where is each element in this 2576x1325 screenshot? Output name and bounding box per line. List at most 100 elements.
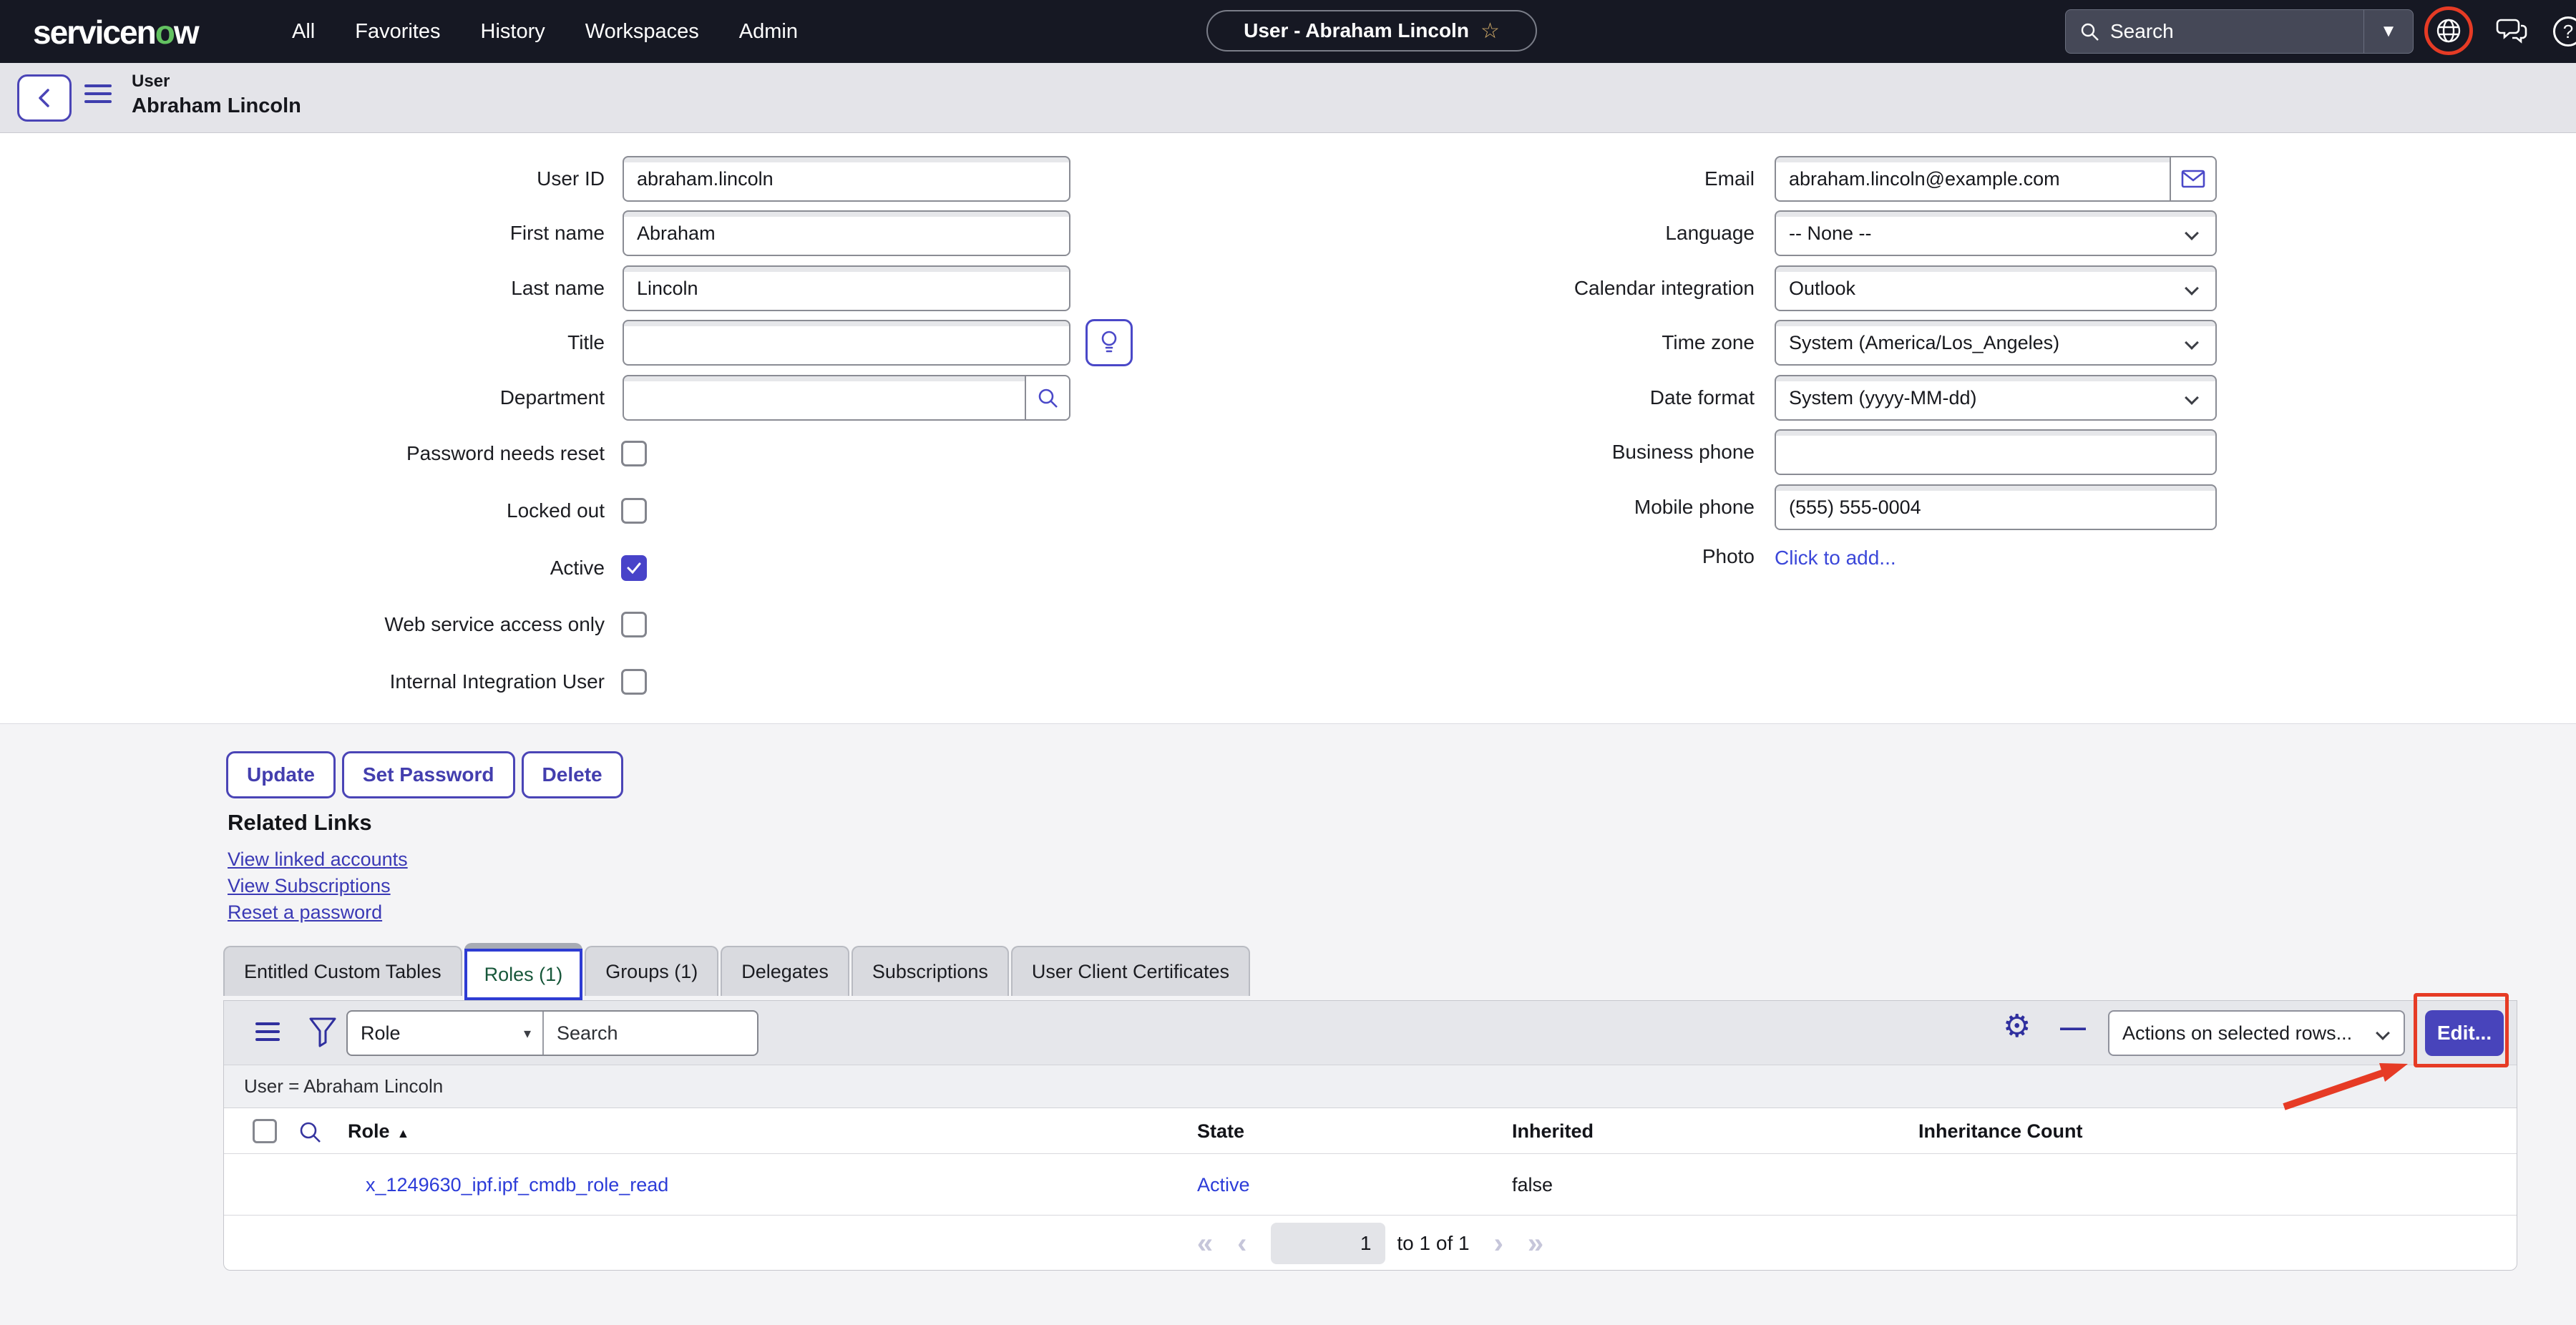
view-linked-accounts-link[interactable]: View linked accounts xyxy=(228,849,408,871)
nav-item-favorites[interactable]: Favorites xyxy=(355,20,440,44)
set-password-button-footer[interactable]: Set Password xyxy=(342,751,515,798)
nav-item-history[interactable]: History xyxy=(481,20,545,44)
record-type-label: User xyxy=(132,72,170,92)
top-nav: servicenow All Favorites History Workspa… xyxy=(0,0,2576,63)
nav-item-all[interactable]: All xyxy=(292,20,315,44)
tab-delegates[interactable]: Delegates xyxy=(721,946,849,996)
roles-list: Role▾ ⚙ — Actions on selected rows... Ed… xyxy=(223,1000,2517,1271)
next-page-icon[interactable]: › xyxy=(1494,1229,1503,1258)
chevron-down-icon xyxy=(2185,226,2199,240)
column-header-inheritance-count[interactable]: Inheritance Count xyxy=(1918,1108,2083,1154)
list-context-menu-icon[interactable] xyxy=(255,1022,280,1046)
nav-menu: All Favorites History Workspaces Admin xyxy=(292,0,798,63)
reset-a-password-link[interactable]: Reset a password xyxy=(228,901,382,924)
favorite-star-icon[interactable]: ☆ xyxy=(1480,19,1500,44)
search-icon xyxy=(1036,386,1059,409)
column-search-icon[interactable] xyxy=(298,1120,322,1144)
envelope-icon xyxy=(2181,170,2205,188)
gear-icon[interactable]: ⚙ xyxy=(2003,1011,2031,1042)
chat-icon[interactable] xyxy=(2495,16,2528,47)
form-context-menu-icon[interactable] xyxy=(84,84,112,108)
servicenow-logo[interactable]: servicenow xyxy=(33,13,198,52)
tab-groups[interactable]: Groups (1) xyxy=(585,946,718,996)
back-button[interactable] xyxy=(17,74,72,122)
password-needs-reset-checkbox[interactable] xyxy=(621,441,647,466)
record-context-pill[interactable]: User - Abraham Lincoln ☆ xyxy=(1206,10,1537,52)
previous-page-icon[interactable]: ‹ xyxy=(1237,1229,1246,1258)
email-field[interactable]: abraham.lincoln@example.com xyxy=(1775,156,2217,202)
list-breadcrumb[interactable]: User = Abraham Lincoln xyxy=(224,1065,2517,1108)
web-service-access-only-checkbox[interactable] xyxy=(621,612,647,637)
mobile-phone-field[interactable] xyxy=(1775,484,2217,530)
list-pagination: « ‹ 1 to 1 of 1 › » xyxy=(224,1216,2517,1271)
table-row: x_1249630_ipf.ipf_cmdb_role_read Active … xyxy=(224,1154,2517,1216)
send-email-button[interactable] xyxy=(2170,157,2215,200)
active-checkbox[interactable] xyxy=(621,555,647,581)
search-scope-dropdown[interactable]: ▼ xyxy=(2364,21,2413,41)
locked-out-checkbox[interactable] xyxy=(621,498,647,524)
state-link[interactable]: Active xyxy=(1197,1154,1250,1216)
internal-integration-user-checkbox[interactable] xyxy=(621,669,647,695)
title-field[interactable] xyxy=(623,320,1070,366)
nav-item-admin[interactable]: Admin xyxy=(739,20,798,44)
role-link[interactable]: x_1249630_ipf.ipf_cmdb_role_read xyxy=(366,1154,668,1216)
field-label-business-phone: Business phone xyxy=(1360,429,1755,475)
field-label-web-service-access-only: Web service access only xyxy=(215,612,605,637)
form-footer-buttons: Update Set Password Delete xyxy=(226,751,623,798)
nav-item-workspaces[interactable]: Workspaces xyxy=(585,20,699,44)
field-label-mobile-phone: Mobile phone xyxy=(1360,484,1755,530)
tab-user-client-certificates[interactable]: User Client Certificates xyxy=(1011,946,1250,996)
business-phone-field[interactable] xyxy=(1775,429,2217,475)
tab-subscriptions[interactable]: Subscriptions xyxy=(852,946,1009,996)
minimize-list-icon[interactable]: — xyxy=(2060,1012,2086,1042)
tab-roles[interactable]: Roles (1) xyxy=(464,943,583,1000)
department-field[interactable] xyxy=(623,375,1070,421)
last-page-icon[interactable]: » xyxy=(1528,1229,1543,1258)
list-search-input[interactable] xyxy=(544,1022,757,1045)
sort-asc-icon: ▲ xyxy=(397,1126,410,1140)
field-label-photo: Photo xyxy=(1360,541,1755,572)
global-search: ▼ xyxy=(2065,9,2414,54)
view-subscriptions-link[interactable]: View Subscriptions xyxy=(228,875,391,897)
list-toolbar: Role▾ ⚙ — Actions on selected rows... Ed… xyxy=(224,1001,2517,1065)
field-label-language: Language xyxy=(1360,210,1755,256)
last-name-field[interactable] xyxy=(623,265,1070,311)
delete-button-footer[interactable]: Delete xyxy=(522,751,623,798)
filter-icon[interactable] xyxy=(308,1017,337,1048)
current-page-input[interactable]: 1 xyxy=(1271,1223,1385,1264)
column-header-inherited[interactable]: Inherited xyxy=(1512,1108,1594,1154)
language-select[interactable]: -- None -- xyxy=(1775,210,2217,256)
chevron-down-icon xyxy=(2185,391,2199,405)
time-zone-select[interactable]: System (America/Los_Angeles) xyxy=(1775,320,2217,366)
record-name-label: Abraham Lincoln xyxy=(132,94,301,118)
help-icon[interactable]: ? xyxy=(2553,16,2576,47)
date-format-select[interactable]: System (yyyy-MM-dd) xyxy=(1775,375,2217,421)
tab-entitled-custom-tables[interactable]: Entitled Custom Tables xyxy=(223,946,462,996)
pagination-range-label: to 1 of 1 xyxy=(1397,1232,1469,1255)
globe-icon[interactable] xyxy=(2432,14,2465,47)
field-label-first-name: First name xyxy=(215,210,605,256)
check-icon xyxy=(625,559,643,577)
field-label-user-id: User ID xyxy=(215,156,605,202)
search-column-select[interactable]: Role▾ xyxy=(348,1012,544,1055)
first-page-icon[interactable]: « xyxy=(1197,1229,1213,1258)
photo-add-link[interactable]: Click to add... xyxy=(1775,547,1896,569)
field-label-password-needs-reset: Password needs reset xyxy=(215,441,605,466)
field-label-email: Email xyxy=(1360,156,1755,202)
field-label-date-format: Date format xyxy=(1360,375,1755,421)
calendar-integration-select[interactable]: Outlook xyxy=(1775,265,2217,311)
chevron-down-icon xyxy=(2185,281,2199,295)
annotation-red-circle xyxy=(2424,6,2473,55)
user-form: User ID First name Last name Title Depar… xyxy=(0,133,2576,724)
column-header-state[interactable]: State xyxy=(1197,1108,1244,1154)
search-icon xyxy=(2079,21,2100,42)
select-all-checkbox[interactable] xyxy=(253,1119,277,1143)
column-header-role[interactable]: Role▲ xyxy=(348,1108,409,1154)
first-name-field[interactable] xyxy=(623,210,1070,256)
suggestion-button[interactable] xyxy=(1085,319,1133,366)
update-button-footer[interactable]: Update xyxy=(226,751,336,798)
department-lookup-button[interactable] xyxy=(1025,376,1069,419)
lightbulb-icon xyxy=(1098,329,1120,356)
global-search-input[interactable] xyxy=(2110,20,2363,43)
user-id-field[interactable] xyxy=(623,156,1070,202)
